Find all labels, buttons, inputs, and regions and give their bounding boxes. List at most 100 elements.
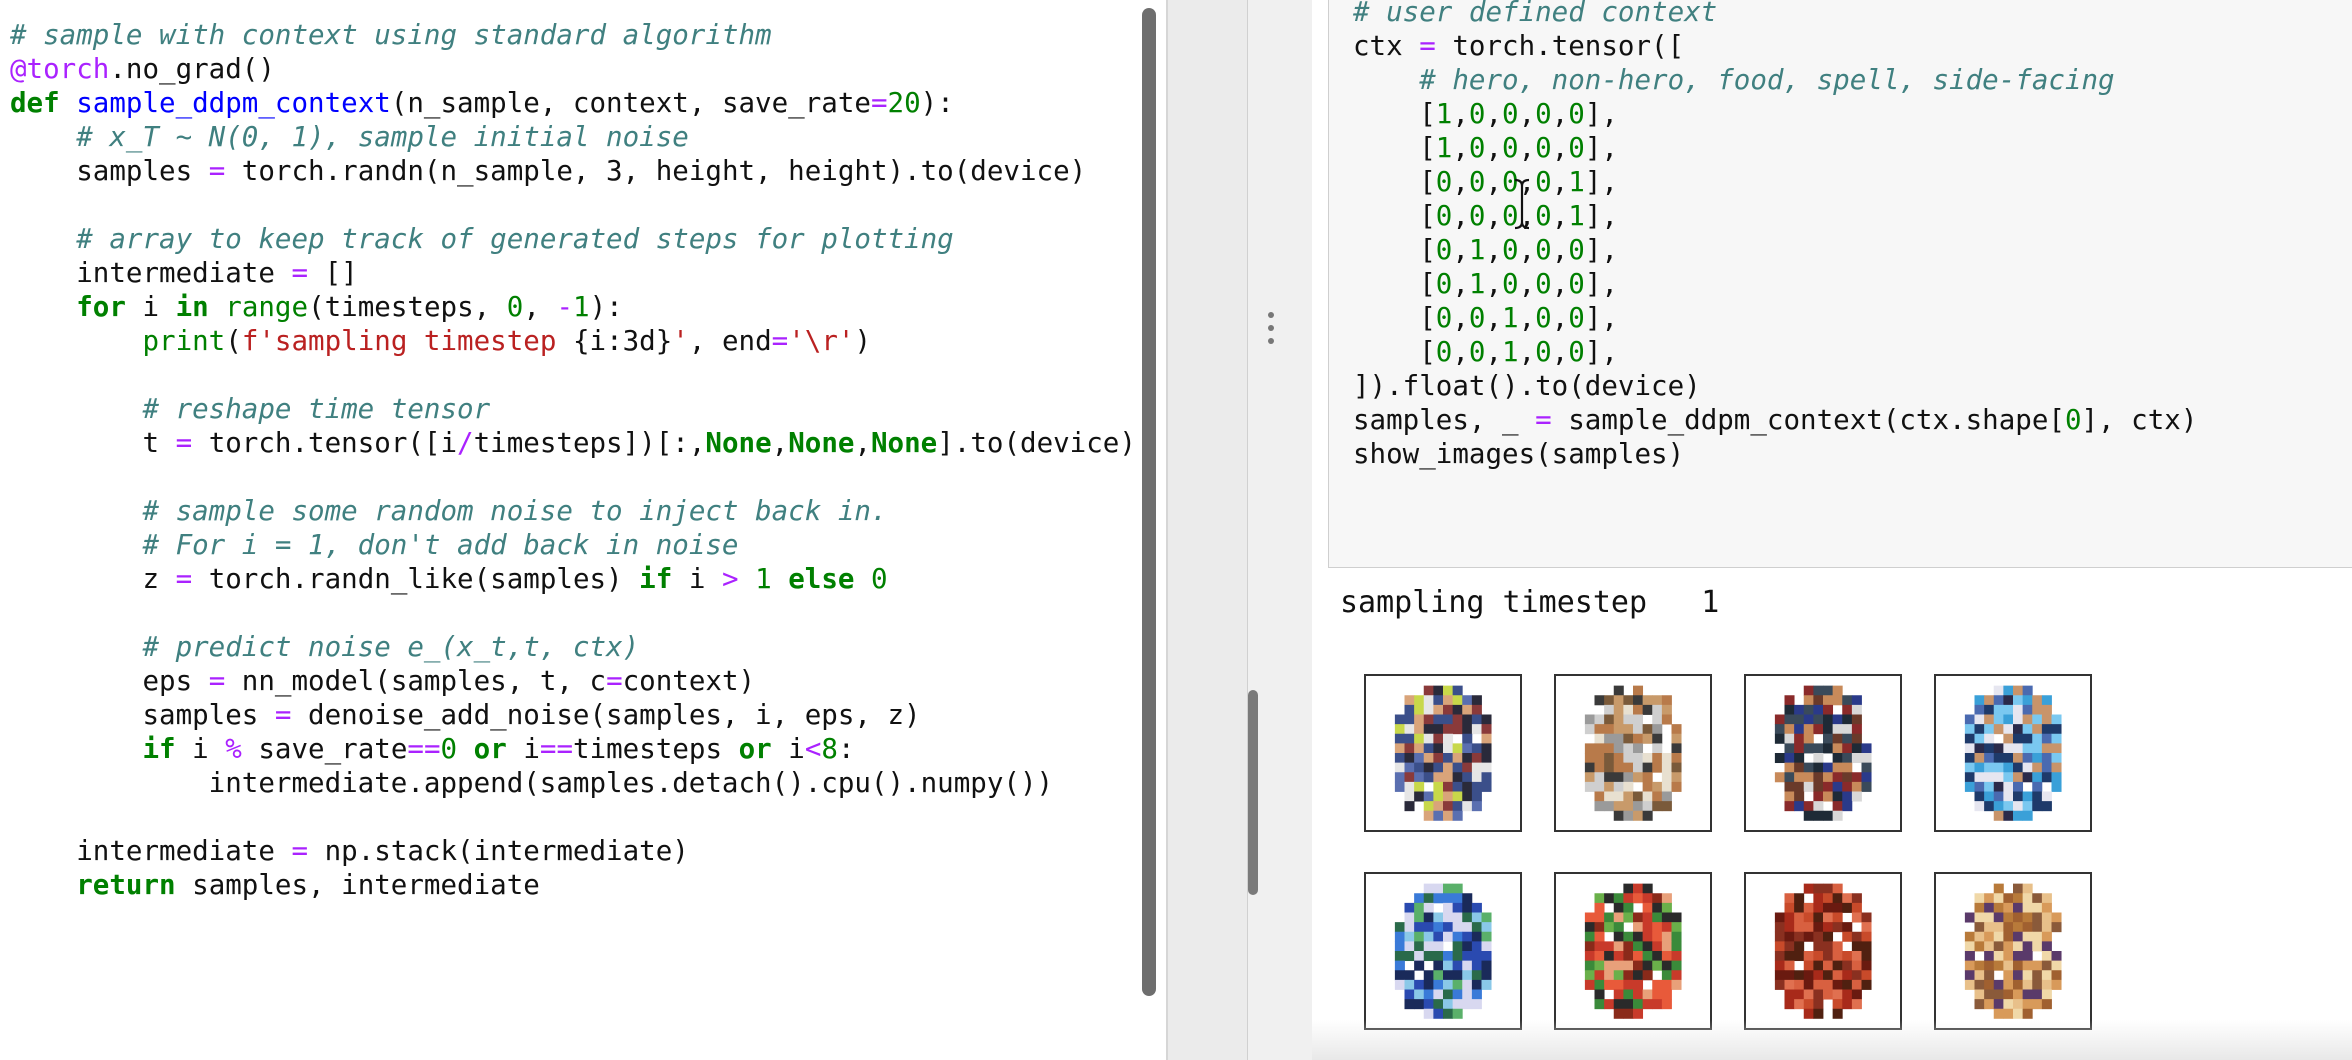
right-code-token: 1 bbox=[1568, 200, 1585, 232]
left-code-token: 1 bbox=[755, 563, 772, 595]
left-code-token: : bbox=[837, 733, 855, 765]
right-code-token: , bbox=[1452, 268, 1469, 300]
right-code-token: , bbox=[1518, 98, 1536, 130]
left-code-token: = bbox=[175, 563, 193, 595]
right-code-token: 0 bbox=[1568, 98, 1585, 130]
left-code-token: '\r' bbox=[788, 325, 855, 357]
left-code-line: def sample_ddpm_context(n_sample, contex… bbox=[10, 86, 1136, 120]
left-code-token bbox=[10, 393, 142, 425]
left-code-token: > bbox=[721, 563, 739, 595]
left-pane-scrollbar[interactable] bbox=[1142, 8, 1156, 996]
right-code-token: ], bbox=[1584, 268, 1618, 300]
left-code-token: @torch bbox=[10, 53, 110, 85]
left-code-token bbox=[10, 733, 142, 765]
left-code-token: = bbox=[771, 325, 789, 357]
left-code-token: def bbox=[10, 87, 77, 119]
right-code-line: [0,1,0,0,0], bbox=[1353, 233, 2197, 267]
left-code-token: if bbox=[142, 733, 176, 765]
right-code-token: ], bbox=[1584, 98, 1618, 130]
right-code-token: , bbox=[1551, 132, 1569, 164]
right-code-token: sample_ddpm_context(ctx.shape[ bbox=[1551, 404, 2065, 436]
left-code-token: nn_model(samples, t, c bbox=[225, 665, 607, 697]
left-code-token: ].to(device) bbox=[937, 427, 1136, 459]
split-drag-handle-icon[interactable] bbox=[1268, 312, 1276, 352]
left-code-line bbox=[10, 460, 1136, 494]
right-pane-scrollbar[interactable] bbox=[1248, 690, 1258, 895]
right-code-line: [0,0,1,0,0], bbox=[1353, 301, 2197, 335]
left-code-line bbox=[10, 358, 1136, 392]
right-code-token: 0 bbox=[1535, 200, 1552, 232]
right-code-token: 1 bbox=[1468, 234, 1486, 266]
right-code-line: ctx = torch.tensor([ bbox=[1353, 29, 2197, 63]
left-code-token: .no_grad() bbox=[109, 53, 275, 85]
left-code-token: # For i = 1, don't add back in noise bbox=[142, 529, 739, 561]
right-code-token: , bbox=[1518, 234, 1536, 266]
right-code-token: , bbox=[1551, 302, 1569, 334]
code-cell-sample-ddpm-context[interactable]: # sample with context using standard alg… bbox=[10, 18, 1136, 902]
left-code-token bbox=[10, 495, 142, 527]
right-code-token: ], bbox=[1584, 336, 1618, 368]
left-code-token: or bbox=[738, 733, 772, 765]
left-code-token: i bbox=[771, 733, 805, 765]
right-code-token bbox=[1353, 64, 1419, 96]
left-code-token bbox=[10, 869, 76, 901]
left-code-line: intermediate.append(samples.detach().cpu… bbox=[10, 766, 1136, 800]
left-code-token: 0 bbox=[506, 291, 524, 323]
right-code-token: [ bbox=[1353, 132, 1436, 164]
left-code-token: return bbox=[76, 869, 176, 901]
right-code-token: , bbox=[1485, 98, 1503, 130]
left-code-token: torch.randn(n_sample, 3, height, height)… bbox=[225, 155, 1087, 187]
left-code-token: i bbox=[125, 291, 176, 323]
left-code-token: # x_T ~ N(0, 1), sample initial noise bbox=[76, 121, 689, 153]
right-code-token: 1 bbox=[1502, 336, 1519, 368]
left-code-token: ): bbox=[589, 291, 623, 323]
left-code-line: eps = nn_model(samples, t, c=context) bbox=[10, 664, 1136, 698]
left-code-token: if bbox=[639, 563, 673, 595]
left-code-line: # x_T ~ N(0, 1), sample initial noise bbox=[10, 120, 1136, 154]
right-code-token: 0 bbox=[1568, 336, 1585, 368]
left-code-token: = bbox=[208, 665, 226, 697]
right-code-token: , bbox=[1551, 98, 1569, 130]
left-code-token: eps bbox=[10, 665, 209, 697]
right-code-token: 0 bbox=[1535, 336, 1552, 368]
right-code-token: 1 bbox=[1435, 132, 1453, 164]
right-code-token: 0 bbox=[1568, 132, 1585, 164]
right-code-token: 0 bbox=[1568, 234, 1585, 266]
right-code-token: show_images(samples) bbox=[1353, 438, 1685, 470]
left-code-token: = bbox=[291, 835, 309, 867]
left-code-token bbox=[739, 563, 756, 595]
left-code-token: z bbox=[10, 563, 176, 595]
left-code-token: range bbox=[225, 291, 309, 323]
right-code-token: [ bbox=[1353, 268, 1436, 300]
left-notebook-pane: # sample with context using standard alg… bbox=[0, 0, 1168, 1060]
right-code-line: [1,0,0,0,0], bbox=[1353, 97, 2197, 131]
left-code-token: = bbox=[606, 665, 623, 697]
left-code-line: # array to keep track of generated steps… bbox=[10, 222, 1136, 256]
right-code-token: 0 bbox=[1435, 200, 1453, 232]
left-code-token: ' bbox=[672, 325, 689, 357]
left-code-token: torch.tensor([i bbox=[192, 427, 458, 459]
left-code-token: = bbox=[208, 155, 226, 187]
hero-sprite-blue-hair bbox=[1364, 674, 1522, 832]
left-code-line: samples = torch.randn(n_sample, 3, heigh… bbox=[10, 154, 1136, 188]
left-code-token: or bbox=[473, 733, 507, 765]
food-sprite-baked-item bbox=[1934, 872, 2092, 1030]
right-code-line: # user defined context bbox=[1353, 0, 2197, 29]
sample-images-grid bbox=[1364, 674, 2104, 1044]
right-code-token: , bbox=[1551, 234, 1569, 266]
code-cell-source[interactable]: # user defined context ctx = torch.tensor… bbox=[1353, 0, 2197, 471]
left-code-token: samples bbox=[10, 699, 275, 731]
right-code-line: [1,0,0,0,0], bbox=[1353, 131, 2197, 165]
right-code-token: torch.tensor([ bbox=[1435, 30, 1685, 62]
left-code-token: # sample some random noise to inject bac… bbox=[142, 495, 888, 527]
right-code-token: , bbox=[1485, 302, 1503, 334]
right-code-token: ], ctx) bbox=[2081, 404, 2198, 436]
left-code-token: = bbox=[870, 87, 888, 119]
right-code-token: # hero, non-hero, food, spell, side-faci… bbox=[1419, 64, 2115, 96]
hero-sprite-dark-hair bbox=[1744, 674, 1902, 832]
left-code-line: @torch.no_grad() bbox=[10, 52, 1136, 86]
code-cell-user-context[interactable]: # user defined context ctx = torch.tensor… bbox=[1328, 0, 2352, 568]
right-code-token: , bbox=[1485, 132, 1503, 164]
left-code-token: # reshape time tensor bbox=[142, 393, 491, 425]
left-code-token bbox=[457, 733, 474, 765]
